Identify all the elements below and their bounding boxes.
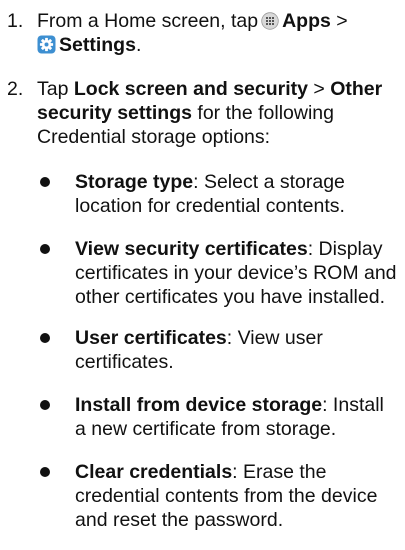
bullet-dot: [40, 400, 50, 410]
bullet-text: Install from device storage: Install a n…: [75, 393, 397, 441]
step-period: .: [135, 34, 142, 56]
bullet-text: Storage type: Select a storage location …: [75, 170, 397, 218]
step-tap: Tap: [37, 78, 69, 100]
step-text: Tap Lock screen and security > Other sec…: [37, 77, 397, 149]
bullet-term: Clear credentials: [75, 461, 233, 483]
bullet-dot: [40, 177, 50, 187]
step-number: 2.: [7, 78, 24, 100]
apps-label: Apps: [282, 10, 331, 32]
bullet-term: User certificates: [75, 327, 227, 349]
bullet-term: Install from device storage: [75, 394, 323, 416]
settings-gear-icon: [37, 35, 56, 54]
step-number: 1.: [7, 10, 24, 32]
bullet-dot: [40, 467, 50, 477]
path-separator: >: [336, 10, 348, 32]
lock-screen-label: Lock screen and security: [73, 78, 308, 100]
step-text: From a Home screen, tap Apps > Settings.: [37, 9, 397, 57]
path-separator: >: [313, 78, 325, 100]
bullet-text: User certificates: View user certificate…: [75, 326, 397, 374]
instructions-document: 1. From a Home screen, tap Apps > Settin…: [0, 0, 405, 550]
bullet-dot: [40, 333, 50, 343]
step-intro: From a Home screen, tap: [37, 10, 259, 32]
bullet-text: Clear credentials: Erase the credential …: [75, 460, 397, 532]
apps-grid-icon: [261, 12, 279, 30]
bullet-term: View security certificates: [75, 238, 308, 260]
bullet-text: View security certificates: Display cert…: [75, 237, 397, 309]
bullet-dot: [40, 244, 50, 254]
bullet-term: Storage type: [75, 171, 194, 193]
settings-label: Settings: [59, 34, 136, 56]
